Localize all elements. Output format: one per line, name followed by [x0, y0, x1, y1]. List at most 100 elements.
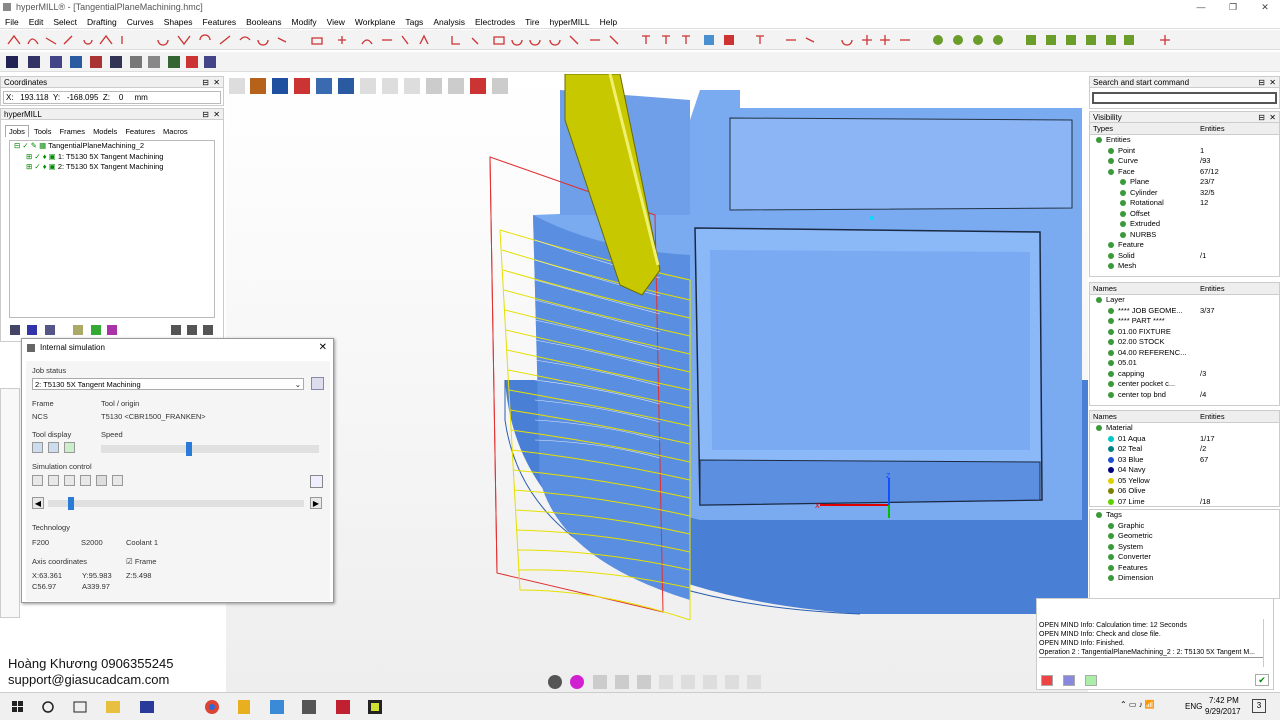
path-display-icon[interactable]: [64, 442, 75, 453]
list-item[interactable]: Solid/1: [1090, 251, 1279, 262]
close-icon[interactable]: ✕: [213, 109, 220, 120]
job-status-select[interactable]: 2: T5130 5X Tangent Machining ⌄: [32, 378, 304, 390]
list-item[interactable]: Features: [1090, 563, 1279, 574]
list-item[interactable]: 04 Navy: [1090, 465, 1279, 476]
visibility-bulb-icon[interactable]: [1108, 564, 1114, 571]
stop-icon[interactable]: [1041, 675, 1053, 686]
visibility-bulb-icon[interactable]: [1108, 360, 1114, 367]
list-item[interactable]: Face 67/12: [1090, 167, 1279, 178]
visibility-bulb-icon[interactable]: [1108, 147, 1114, 154]
pin-icon[interactable]: ⊟: [1258, 112, 1265, 123]
close-icon[interactable]: ✕: [213, 77, 220, 88]
notification-icon[interactable]: 3: [1252, 699, 1266, 713]
part-model-view[interactable]: XZ: [226, 74, 1088, 692]
menu-modify[interactable]: Modify: [287, 15, 322, 29]
holder-display-icon[interactable]: [48, 442, 59, 453]
visibility-bulb-icon[interactable]: [1108, 263, 1114, 270]
tab-macros[interactable]: Macros: [160, 126, 191, 137]
speed-slider[interactable]: [101, 442, 319, 456]
list-item[interactable]: Mesh: [1090, 261, 1279, 272]
clock-date[interactable]: 9/29/2017: [1205, 707, 1241, 716]
tree-item-root[interactable]: ⊟ ✓ ✎ ▦ TangentialPlaneMachining_2: [10, 141, 214, 152]
close-icon[interactable]: ✕: [319, 339, 327, 357]
list-item[interactable]: Dimension: [1090, 573, 1279, 584]
list-item[interactable]: center top bnd/4: [1090, 390, 1279, 401]
visibility-bulb-icon[interactable]: [1108, 318, 1114, 325]
list-item[interactable]: Entities: [1090, 135, 1279, 146]
log-scrollbar[interactable]: [1263, 619, 1271, 667]
menu-edit[interactable]: Edit: [24, 15, 49, 29]
visibility-bulb-icon[interactable]: [1108, 252, 1114, 259]
menu-electrodes[interactable]: Electrodes: [470, 15, 520, 29]
menu-select[interactable]: Select: [48, 15, 82, 29]
list-item[interactable]: 01.00 FIXTURE: [1090, 327, 1279, 338]
list-item[interactable]: center pocket c...: [1090, 379, 1279, 390]
list-item[interactable]: 05 Yellow: [1090, 476, 1279, 487]
names-column[interactable]: Names: [1090, 284, 1117, 293]
visibility-bulb-icon[interactable]: [1108, 339, 1114, 346]
play-end-icon[interactable]: [112, 475, 123, 486]
list-item[interactable]: Rotational 12: [1090, 198, 1279, 209]
minimize-icon[interactable]: —: [1186, 0, 1216, 14]
visibility-bulb-icon[interactable]: [1108, 381, 1114, 388]
pause-icon[interactable]: [48, 475, 59, 486]
left-collapsed-panel[interactable]: [0, 388, 20, 618]
list-item[interactable]: 03 Blue 67: [1090, 455, 1279, 466]
list-item[interactable]: Plane 23/7: [1090, 177, 1279, 188]
visibility-bulb-icon[interactable]: [1108, 467, 1114, 474]
entities-column[interactable]: Entities: [1200, 123, 1225, 135]
menu-hypermill[interactable]: hyperMILL: [544, 15, 594, 29]
step-back-icon[interactable]: [80, 475, 91, 486]
visibility-bulb-icon[interactable]: [1108, 456, 1114, 463]
pause-icon[interactable]: [1063, 675, 1075, 686]
visibility-bulb-icon[interactable]: [1108, 328, 1114, 335]
visibility-bulb-icon[interactable]: [1108, 522, 1114, 529]
menu-view[interactable]: View: [322, 15, 350, 29]
list-item[interactable]: capping/3: [1090, 369, 1279, 380]
visibility-bulb-icon[interactable]: [1096, 137, 1102, 144]
menu-booleans[interactable]: Booleans: [241, 15, 286, 29]
pin-icon[interactable]: ⊟: [202, 109, 209, 120]
visibility-bulb-icon[interactable]: [1108, 370, 1114, 377]
tray-icons[interactable]: ⌃ ▭ ♪ 📶: [1120, 700, 1155, 709]
menu-tire[interactable]: Tire: [520, 15, 544, 29]
types-column[interactable]: Types: [1090, 124, 1113, 133]
step-right-icon[interactable]: ▶: [310, 497, 322, 509]
visibility-bulb-icon[interactable]: [1108, 554, 1114, 561]
list-item[interactable]: 02.00 STOCK: [1090, 337, 1279, 348]
list-item[interactable]: Cylinder 32/5: [1090, 188, 1279, 199]
visibility-bulb-icon[interactable]: [1108, 168, 1114, 175]
step-mode-icon[interactable]: [32, 475, 43, 486]
list-item[interactable]: 02 Teal/2: [1090, 444, 1279, 455]
list-item[interactable]: Offset: [1090, 209, 1279, 220]
frame-checkbox[interactable]: ☑ Frame: [126, 557, 156, 566]
list-item[interactable]: Feature: [1090, 240, 1279, 251]
visibility-bulb-icon[interactable]: [1096, 425, 1102, 432]
tab-features[interactable]: Features: [122, 126, 158, 137]
tab-models[interactable]: Models: [90, 126, 120, 137]
menu-drafting[interactable]: Drafting: [82, 15, 122, 29]
menu-tags[interactable]: Tags: [400, 15, 428, 29]
tree-item-job-1[interactable]: ⊞ ✓ ♦ ▣ 1: T5130 5X Tangent Machining: [10, 152, 214, 163]
coordinates-field[interactable]: X: 193.118 Y: -168.095 Z: 0 mm: [3, 91, 221, 104]
menu-shapes[interactable]: Shapes: [159, 15, 198, 29]
speed-slider-thumb[interactable]: [185, 442, 192, 456]
list-item[interactable]: **** PART ****: [1090, 316, 1279, 327]
list-item[interactable]: Tags: [1090, 510, 1279, 521]
tool-display-icon[interactable]: [32, 442, 43, 453]
close-icon[interactable]: ✕: [1250, 0, 1280, 14]
visibility-bulb-icon[interactable]: [1108, 498, 1114, 505]
close-icon[interactable]: ✕: [1269, 77, 1276, 88]
list-item[interactable]: 06 Olive: [1090, 486, 1279, 497]
list-item[interactable]: Converter: [1090, 552, 1279, 563]
rewind-start-icon[interactable]: [64, 475, 75, 486]
language-indicator[interactable]: ENG: [1185, 702, 1202, 711]
menu-help[interactable]: Help: [595, 15, 622, 29]
step-left-icon[interactable]: ◀: [32, 497, 44, 509]
visibility-bulb-icon[interactable]: [1120, 200, 1126, 207]
list-item[interactable]: Extruded: [1090, 219, 1279, 230]
visibility-bulb-icon[interactable]: [1108, 477, 1114, 484]
visibility-bulb-icon[interactable]: [1096, 512, 1102, 519]
menu-curves[interactable]: Curves: [122, 15, 159, 29]
names-column[interactable]: Names: [1090, 412, 1117, 421]
